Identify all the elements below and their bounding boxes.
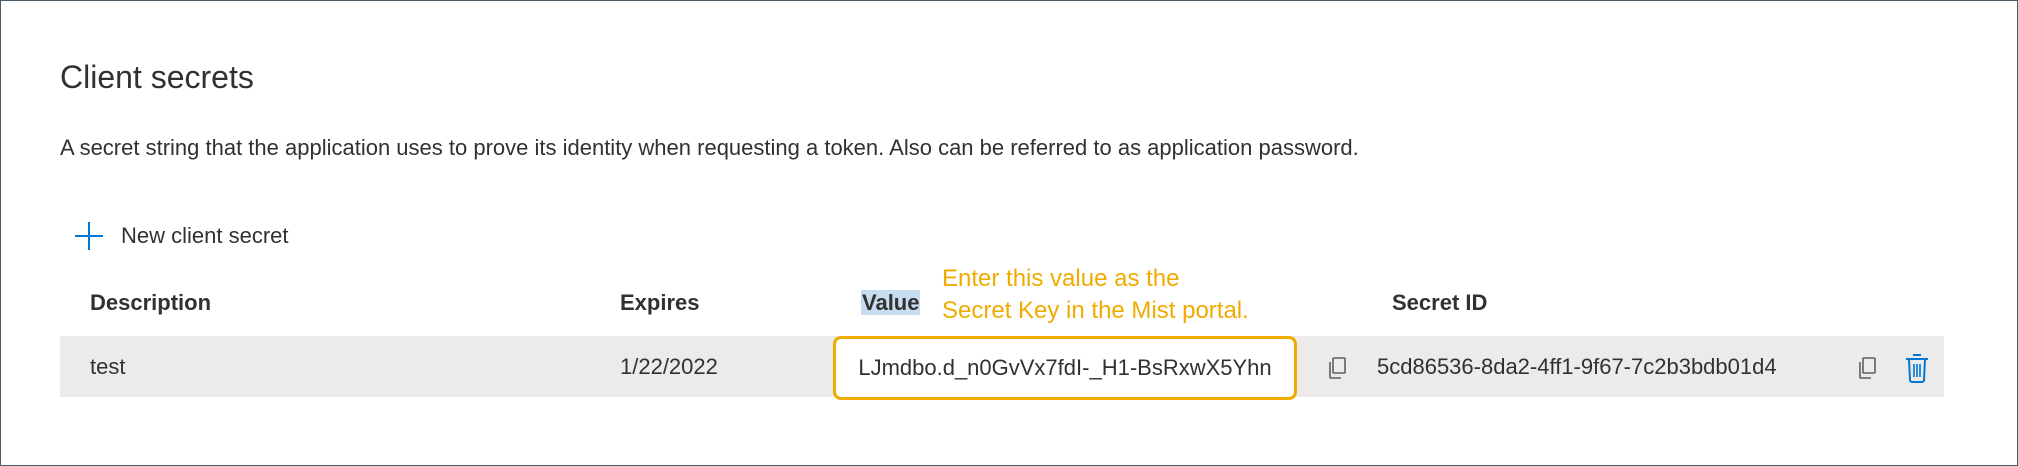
- annotation-callout: Enter this value as the Secret Key in th…: [942, 263, 1249, 327]
- column-header-secret-id[interactable]: Secret ID: [1392, 290, 1487, 316]
- page-title: Client secrets: [60, 59, 254, 95]
- delete-secret-button[interactable]: [1904, 352, 1930, 389]
- copy-icon: [1859, 357, 1876, 379]
- cell-secret-id: 5cd86536-8da2-4ff1-9f67-7c2b3bdb01d4: [1377, 354, 1777, 379]
- new-client-secret-button[interactable]: New client secret: [73, 220, 289, 252]
- column-header-description[interactable]: Description: [90, 290, 211, 316]
- annotation-line-2: Secret Key in the Mist portal.: [942, 297, 1249, 324]
- trash-icon: [1906, 354, 1928, 383]
- copy-icon: [1329, 357, 1346, 379]
- cell-value: LJmdbo.d_n0GvVx7fdI-_H1-BsRxwX5Yhn: [858, 355, 1272, 380]
- cell-expires: 1/22/2022: [620, 354, 718, 379]
- column-header-value[interactable]: Value: [861, 290, 921, 316]
- section-description: A secret string that the application use…: [60, 135, 1359, 160]
- cell-value-highlighted: LJmdbo.d_n0GvVx7fdI-_H1-BsRxwX5Yhn: [833, 336, 1297, 400]
- copy-secret-id-button[interactable]: [1856, 356, 1878, 385]
- cell-description: test: [90, 354, 126, 379]
- plus-icon: [73, 220, 105, 252]
- column-header-value-label: Value: [861, 290, 921, 315]
- new-client-secret-label: New client secret: [121, 223, 289, 248]
- client-secrets-panel: Client secrets A secret string that the …: [0, 0, 2018, 466]
- annotation-line-1: Enter this value as the: [942, 265, 1180, 292]
- copy-value-button[interactable]: [1326, 356, 1348, 385]
- column-header-expires[interactable]: Expires: [620, 290, 700, 316]
